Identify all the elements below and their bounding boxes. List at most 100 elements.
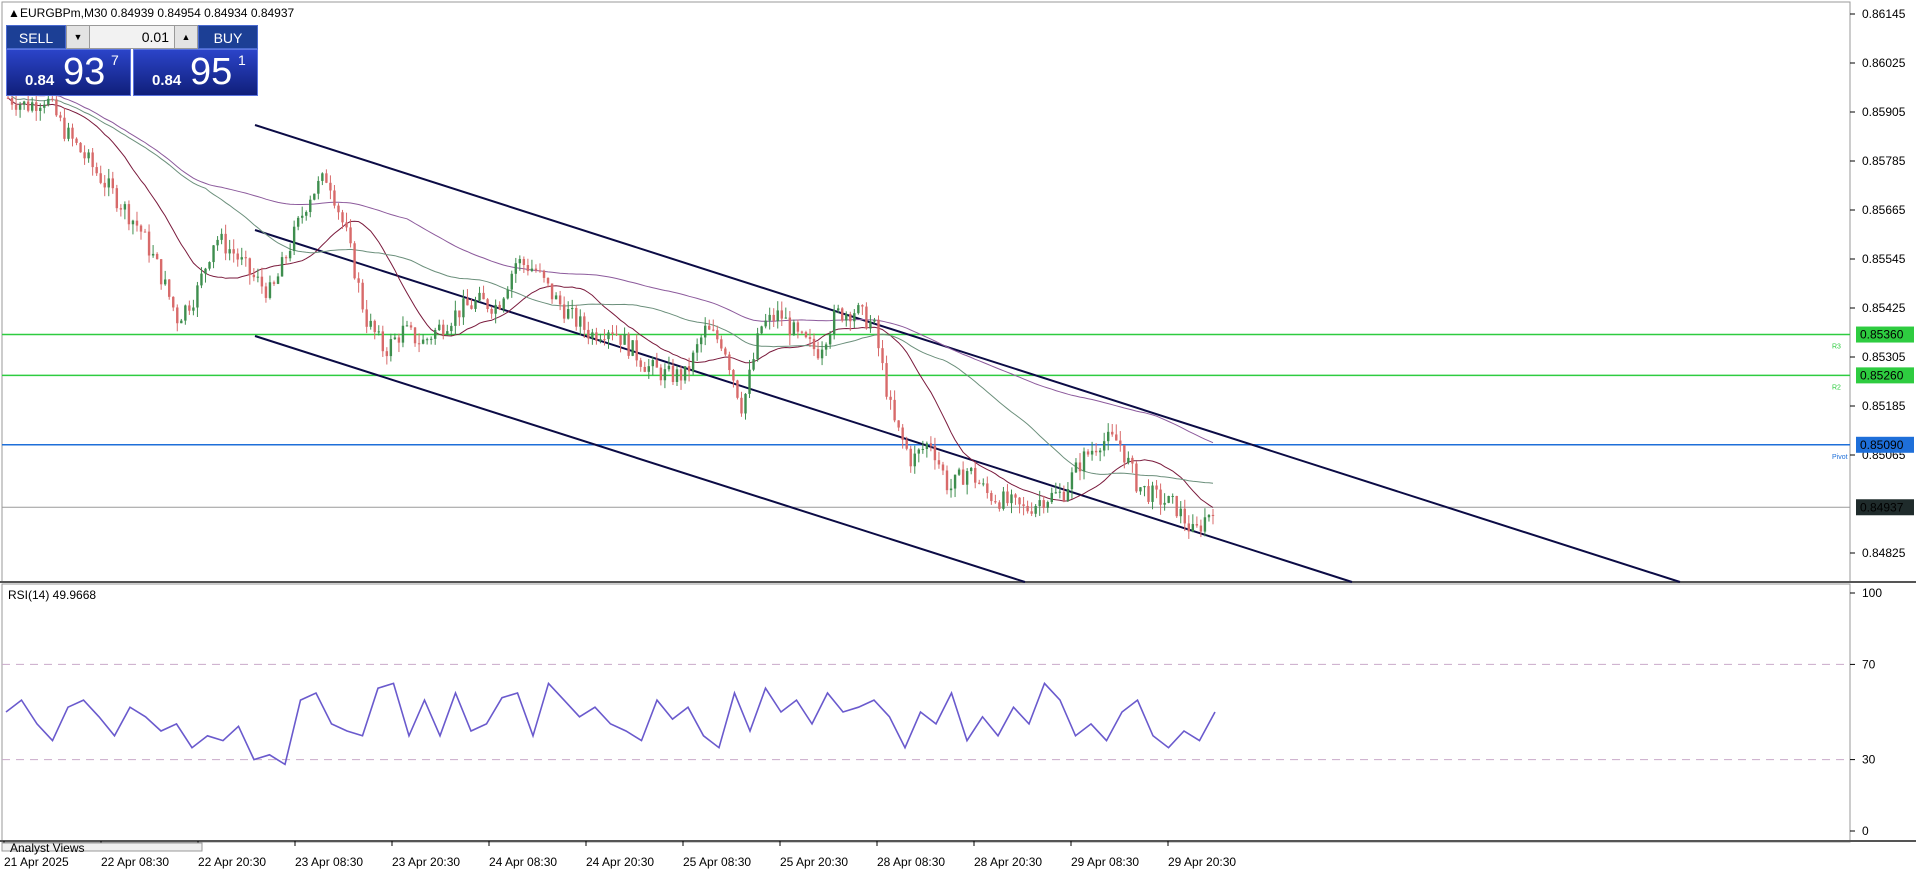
lot-stepper[interactable]: ▼ 0.01 ▲ [66,25,198,49]
candle-body [1187,523,1191,532]
candle-body [1026,505,1029,512]
candle-body [845,314,848,321]
candle-body [522,259,526,266]
channel-middle-line[interactable] [254,229,1353,583]
candle-body [998,502,1001,509]
candle-body [566,309,570,319]
moving-average-line [7,92,1214,484]
candle-body [881,348,884,364]
candle-body [1155,485,1158,490]
candle-body [438,324,441,331]
candle-body [147,231,151,256]
buy-price-box[interactable]: 0.84 95 1 [133,49,258,96]
candle-body [151,253,155,256]
candle-body [772,314,775,322]
chart-canvas[interactable]: ▲ EURGBPm,M30 0.84939 0.84954 0.84934 0.… [0,0,1916,874]
candle-body [405,325,409,327]
candle-body [1038,500,1041,507]
candle-body [1159,489,1162,505]
candle-body [655,360,659,368]
candle-body [450,325,453,332]
lot-input[interactable]: 0.01 [91,26,173,48]
candle-body [172,296,175,308]
candle-body [1131,457,1134,464]
candle-body [442,324,445,335]
candle-body [478,292,481,301]
candle-body [75,138,78,143]
buy-button[interactable]: BUY [198,25,258,49]
candle-body [325,173,328,183]
candle-body [732,370,735,381]
price-panel-border [1,1,1851,583]
candle-body [1034,506,1037,514]
candle-body [812,338,816,350]
candle-body [365,309,368,327]
lot-decrease-icon[interactable]: ▼ [67,26,90,48]
candles [6,91,1215,539]
candle-body [1074,462,1078,473]
candle-body [176,307,179,324]
candle-body [30,102,34,111]
channel-lower-line[interactable] [254,335,1026,583]
candle-body [901,427,904,440]
candle-body [756,333,759,360]
candle-body [530,268,534,272]
candle-body [1191,524,1195,532]
lot-increase-icon[interactable]: ▲ [174,26,197,48]
moving-average-line [7,87,1214,444]
time-tick-label: 28 Apr 20:30 [974,855,1042,869]
candle-body [433,330,437,339]
candle-body [1139,487,1142,492]
candle-body [720,339,723,349]
candle-body [659,367,663,381]
candle-body [728,354,731,371]
candle-body [506,289,509,299]
candle-body [1115,434,1118,441]
candle-body [518,259,522,264]
candle-body [361,282,364,310]
candle-body [1066,489,1070,501]
candle-body [446,331,449,335]
candle-body [1014,494,1017,498]
candle-body [502,298,505,310]
sell-button[interactable]: SELL [6,25,66,49]
trend-channels[interactable] [254,124,1681,583]
candle-body [417,343,421,345]
candle-body [994,501,997,503]
candle-body [643,366,646,372]
candle-body [905,439,908,449]
candle-body [1062,491,1066,501]
candle-body [474,300,477,309]
price-axis[interactable]: 0.86145 0.86025 0.85905 0.85785 0.85665 0.855… [1850,7,1906,560]
candle-body [482,292,485,300]
rsi-indicator: 100 70 30 0 [2,586,1882,838]
candle-body [974,467,977,483]
candle-body [603,339,606,341]
candle-body [841,308,844,321]
price-tick-label: 0.85905 [1862,105,1906,119]
sell-price-box[interactable]: 0.84 93 7 [6,49,131,96]
candle-body [1030,511,1033,514]
candle-body [228,249,231,254]
candle-body [204,268,207,274]
candle-body [397,337,401,343]
moving-average-line [7,97,1214,508]
candle-body [337,205,340,213]
candle-body [542,270,546,278]
chart-header: EURGBPm,M30 0.84939 0.84954 0.84934 0.84… [20,6,295,20]
candle-body [429,338,433,340]
channel-upper-line[interactable] [254,124,1681,583]
candle-body [43,104,46,108]
candle-body [558,295,562,305]
candle-body [599,339,602,341]
candle-body [103,182,106,188]
candle-body [79,142,82,153]
time-tick-label: 23 Apr 08:30 [295,855,363,869]
sell-price-main: 93 [63,51,106,93]
candle-body [353,243,356,279]
candle-body [1090,450,1094,455]
candle-body [200,273,203,286]
candle-body [941,464,945,471]
candle-body [212,245,215,263]
candle-body [1111,431,1114,435]
